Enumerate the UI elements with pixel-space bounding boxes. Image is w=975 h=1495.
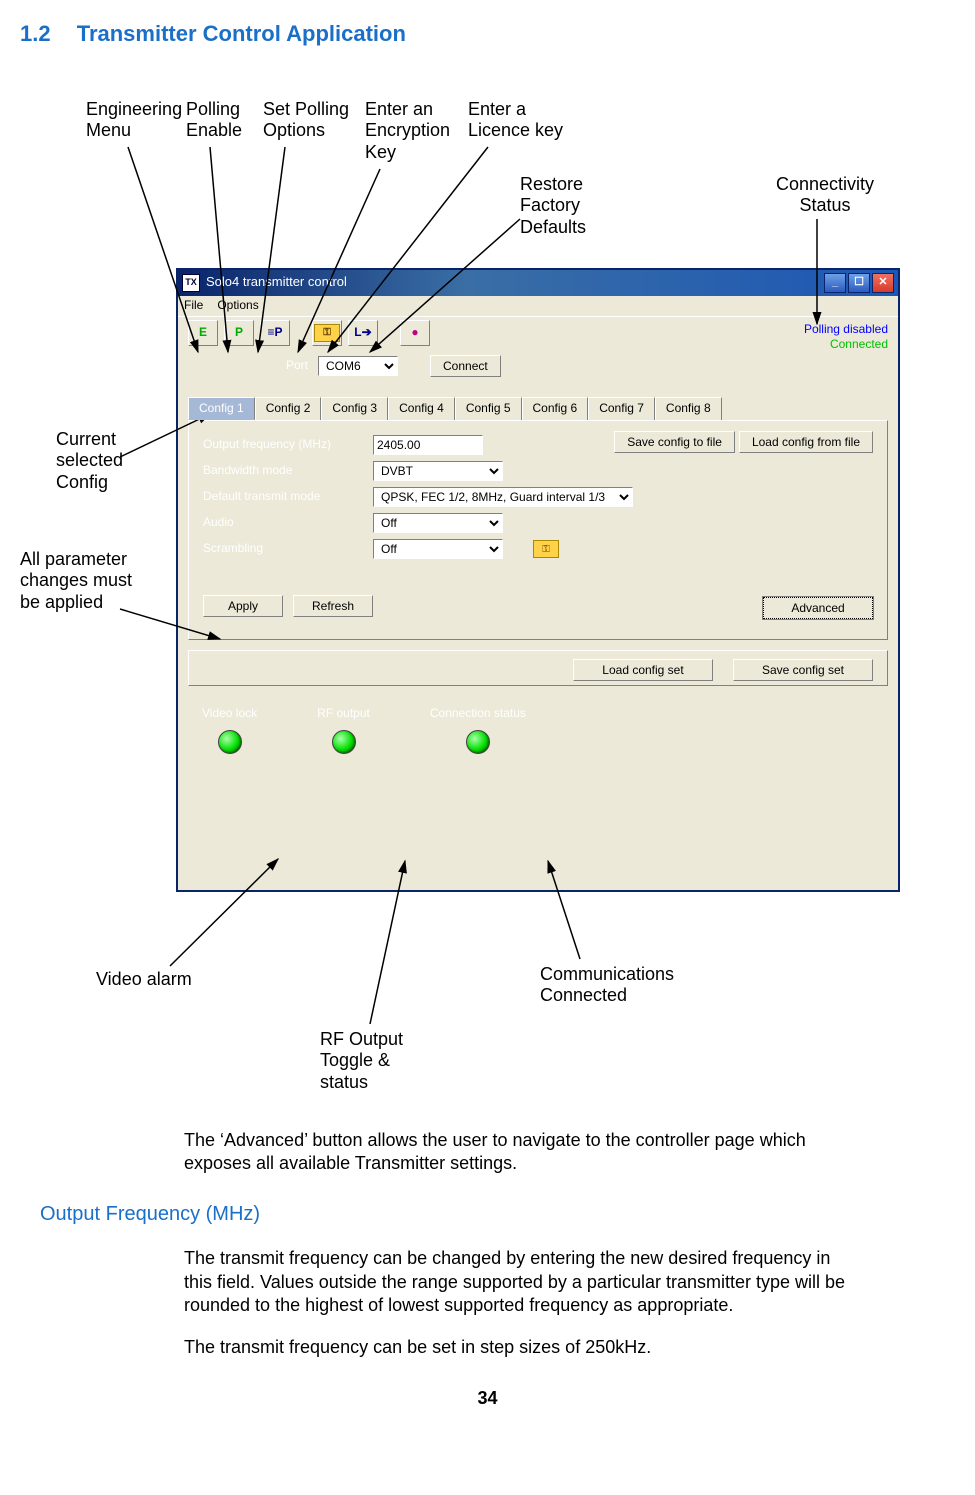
paragraph-1: The ‘Advanced’ button allows the user to…	[184, 1129, 855, 1176]
encryption-key-icon[interactable]: ⚿	[312, 320, 342, 346]
tab-config2[interactable]: Config 2	[255, 397, 322, 421]
audio-select[interactable]: Off	[373, 513, 503, 533]
anno-connectivity-status: Connectivity Status	[765, 174, 885, 217]
bandwidth-label: Bandwidth mode	[203, 463, 373, 479]
load-config-from-file-button[interactable]: Load config from file	[739, 431, 873, 453]
port-select[interactable]: COM6	[318, 356, 398, 376]
connectivity-status-area: Polling disabled Connected	[804, 322, 888, 353]
scrambling-key-icon[interactable]: ⚿	[533, 540, 559, 558]
paragraph-3: The transmit frequency can be set in ste…	[184, 1336, 855, 1359]
scrambling-select[interactable]: Off	[373, 539, 503, 559]
menu-bar: File Options	[178, 296, 898, 317]
output-frequency-input[interactable]	[373, 435, 483, 455]
connect-button[interactable]: Connect	[430, 355, 501, 377]
anno-polling-enable: Polling Enable	[186, 99, 256, 142]
anno-all-params: All parameter changes must be applied	[20, 549, 150, 614]
anno-licence-key: Enter a Licence key	[468, 99, 578, 142]
restore-defaults-icon[interactable]: ●	[400, 320, 430, 346]
anno-video-alarm: Video alarm	[96, 969, 192, 991]
tab-config5[interactable]: Config 5	[455, 397, 522, 421]
apply-button[interactable]: Apply	[203, 595, 283, 617]
minimize-button[interactable]: _	[824, 273, 846, 293]
scrambling-label: Scrambling	[203, 541, 373, 557]
load-config-set-button[interactable]: Load config set	[573, 659, 713, 681]
toolbar: E P ≡P ⚿ L➔ ●	[178, 317, 898, 349]
polling-options-icon[interactable]: ≡P	[260, 320, 290, 346]
window-title: Solo4 transmitter control	[206, 274, 347, 291]
output-frequency-label: Output frequency (MHz)	[203, 437, 373, 453]
save-config-set-button[interactable]: Save config set	[733, 659, 873, 681]
annotated-diagram: Engineering Menu Polling Enable Set Poll…	[20, 69, 955, 1129]
connection-status-led	[466, 730, 490, 754]
menu-file[interactable]: File	[184, 298, 203, 314]
title-bar: TX Solo4 transmitter control _ ☐ ✕	[178, 270, 898, 296]
anno-set-polling: Set Polling Options	[263, 99, 363, 142]
app-window: TX Solo4 transmitter control _ ☐ ✕ File …	[177, 269, 899, 891]
bandwidth-select[interactable]: DVBT	[373, 461, 503, 481]
rf-output-label: RF output	[317, 706, 370, 722]
connected-status-text: Connected	[804, 337, 888, 353]
paragraph-2: The transmit frequency can be changed by…	[184, 1247, 855, 1317]
tab-pane: Save config to file Load config from fil…	[188, 420, 888, 640]
anno-engineering-menu: Engineering Menu	[86, 99, 190, 142]
polling-status-text: Polling disabled	[804, 322, 888, 338]
app-icon: TX	[182, 274, 200, 292]
tab-strip: Config 1 Config 2 Config 3 Config 4 Conf…	[188, 397, 888, 421]
close-button[interactable]: ✕	[872, 273, 894, 293]
anno-encryption-key: Enter an Encryption Key	[365, 99, 465, 164]
engineering-icon[interactable]: E	[188, 320, 218, 346]
status-led-row: Video lock RF output Connection status	[188, 696, 888, 764]
bottom-bar: Load config set Save config set	[188, 650, 888, 686]
connection-status-label: Connection status	[430, 706, 526, 722]
maximize-button[interactable]: ☐	[848, 273, 870, 293]
rf-output-led[interactable]	[332, 730, 356, 754]
section-number: 1.2	[20, 21, 51, 46]
port-label: Port	[248, 358, 308, 374]
tab-config6[interactable]: Config 6	[522, 397, 589, 421]
anno-comms-connected: Communications Connected	[540, 964, 700, 1007]
tab-config1[interactable]: Config 1	[188, 397, 255, 421]
subheading-output-frequency: Output Frequency (MHz)	[40, 1201, 955, 1227]
refresh-button[interactable]: Refresh	[293, 595, 373, 617]
tab-config8[interactable]: Config 8	[655, 397, 722, 421]
video-lock-led	[218, 730, 242, 754]
audio-label: Audio	[203, 515, 373, 531]
video-lock-label: Video lock	[202, 706, 257, 722]
anno-restore-defaults: Restore Factory Defaults	[520, 174, 610, 239]
anno-current-config: Current selected Config	[56, 429, 146, 494]
default-tx-select[interactable]: QPSK, FEC 1/2, 8MHz, Guard interval 1/3	[373, 487, 633, 507]
tab-config4[interactable]: Config 4	[388, 397, 455, 421]
section-title: 1.2 Transmitter Control Application	[20, 20, 955, 49]
anno-rf-output: RF Output Toggle & status	[320, 1029, 420, 1094]
section-heading: Transmitter Control Application	[77, 21, 406, 46]
polling-enable-icon[interactable]: P	[224, 320, 254, 346]
save-config-to-file-button[interactable]: Save config to file	[614, 431, 735, 453]
default-tx-label: Default transmit mode	[203, 489, 373, 505]
licence-key-icon[interactable]: L➔	[348, 320, 378, 346]
advanced-button[interactable]: Advanced	[763, 597, 873, 619]
tab-config3[interactable]: Config 3	[321, 397, 388, 421]
menu-options[interactable]: Options	[217, 298, 258, 314]
tab-config7[interactable]: Config 7	[588, 397, 655, 421]
page-number: 34	[20, 1387, 955, 1410]
